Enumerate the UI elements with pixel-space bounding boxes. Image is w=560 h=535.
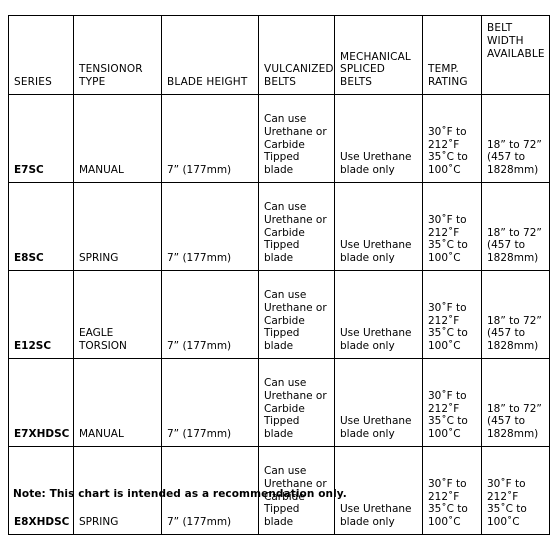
cell-mechanical-spliced-belts: Use Urethane blade only [334,270,423,359]
table-body: E7SC MANUAL 7” (177mm) Can use Urethane … [8,94,550,535]
table-row: E7SC MANUAL 7” (177mm) Can use Urethane … [8,94,550,183]
column-header-tensionor-type: TENSIONOR TYPE [73,15,162,95]
table-header: SERIES TENSIONOR TYPE BLADE HEIGHT VULCA… [8,15,550,95]
cell-series: E7SC [8,94,74,183]
cell-mechanical-spliced-belts: Use Urethane blade only [334,94,423,183]
chart-note: Note: This chart is intended as a recomm… [13,488,347,500]
column-header-vulcanized-belts: VULCANIZED BELTS [258,15,335,95]
cell-tensionor-type: EAGLE TORSION [73,270,162,359]
cell-blade-height: 7” (177mm) [161,270,259,359]
cell-belt-width-available: 18” to 72” (457 to 1828mm) [481,182,550,271]
cell-mechanical-spliced-belts: Use Urethane blade only [334,358,423,447]
column-header-temp-rating: TEMP. RATING [422,15,482,95]
spec-chart-page: SERIES TENSIONOR TYPE BLADE HEIGHT VULCA… [0,0,560,535]
header-row: SERIES TENSIONOR TYPE BLADE HEIGHT VULCA… [8,15,550,95]
column-header-belt-width-available: BELT WIDTH AVAILABLE [481,15,550,95]
cell-vulcanized-belts: Can use Urethane or Carbide Tipped blade [258,182,335,271]
cell-series: E8SC [8,182,74,271]
column-header-mechanical-spliced-belts: MECHANICAL SPLICED BELTS [334,15,423,95]
table-row: E12SC EAGLE TORSION 7” (177mm) Can use U… [8,270,550,359]
cell-belt-width-available: 18” to 72” (457 to 1828mm) [481,270,550,359]
cell-blade-height: 7” (177mm) [161,358,259,447]
cell-vulcanized-belts: Can use Urethane or Carbide Tipped blade [258,358,335,447]
cell-temp-rating: 30˚F to 212˚F 35˚C to 100˚C [422,270,482,359]
table-row: E7XHDSC MANUAL 7” (177mm) Can use Uretha… [8,358,550,447]
cell-series: E7XHDSC [8,358,74,447]
column-header-series: SERIES [8,15,74,95]
table-row: E8SC SPRING 7” (177mm) Can use Urethane … [8,182,550,271]
cell-vulcanized-belts: Can use Urethane or Carbide Tipped blade [258,270,335,359]
cell-blade-height: 7” (177mm) [161,182,259,271]
cell-tensionor-type: MANUAL [73,358,162,447]
cell-mechanical-spliced-belts: Use Urethane blade only [334,182,423,271]
tensionor-spec-table: SERIES TENSIONOR TYPE BLADE HEIGHT VULCA… [8,15,550,535]
column-header-blade-height: BLADE HEIGHT [161,15,259,95]
cell-temp-rating: 30˚F to 212˚F 35˚C to 100˚C [422,358,482,447]
cell-tensionor-type: SPRING [73,182,162,271]
cell-belt-width-available: 30˚F to 212˚F 35˚C to 100˚C [481,446,550,535]
cell-temp-rating: 30˚F to 212˚F 35˚C to 100˚C [422,446,482,535]
cell-temp-rating: 30˚F to 212˚F 35˚C to 100˚C [422,182,482,271]
cell-series: E12SC [8,270,74,359]
cell-belt-width-available: 18” to 72” (457 to 1828mm) [481,94,550,183]
cell-vulcanized-belts: Can use Urethane or Carbide Tipped blade [258,94,335,183]
cell-belt-width-available: 18” to 72” (457 to 1828mm) [481,358,550,447]
cell-blade-height: 7” (177mm) [161,94,259,183]
cell-mechanical-spliced-belts: Use Urethane blade only [334,446,423,535]
cell-tensionor-type: MANUAL [73,94,162,183]
cell-temp-rating: 30˚F to 212˚F 35˚C to 100˚C [422,94,482,183]
